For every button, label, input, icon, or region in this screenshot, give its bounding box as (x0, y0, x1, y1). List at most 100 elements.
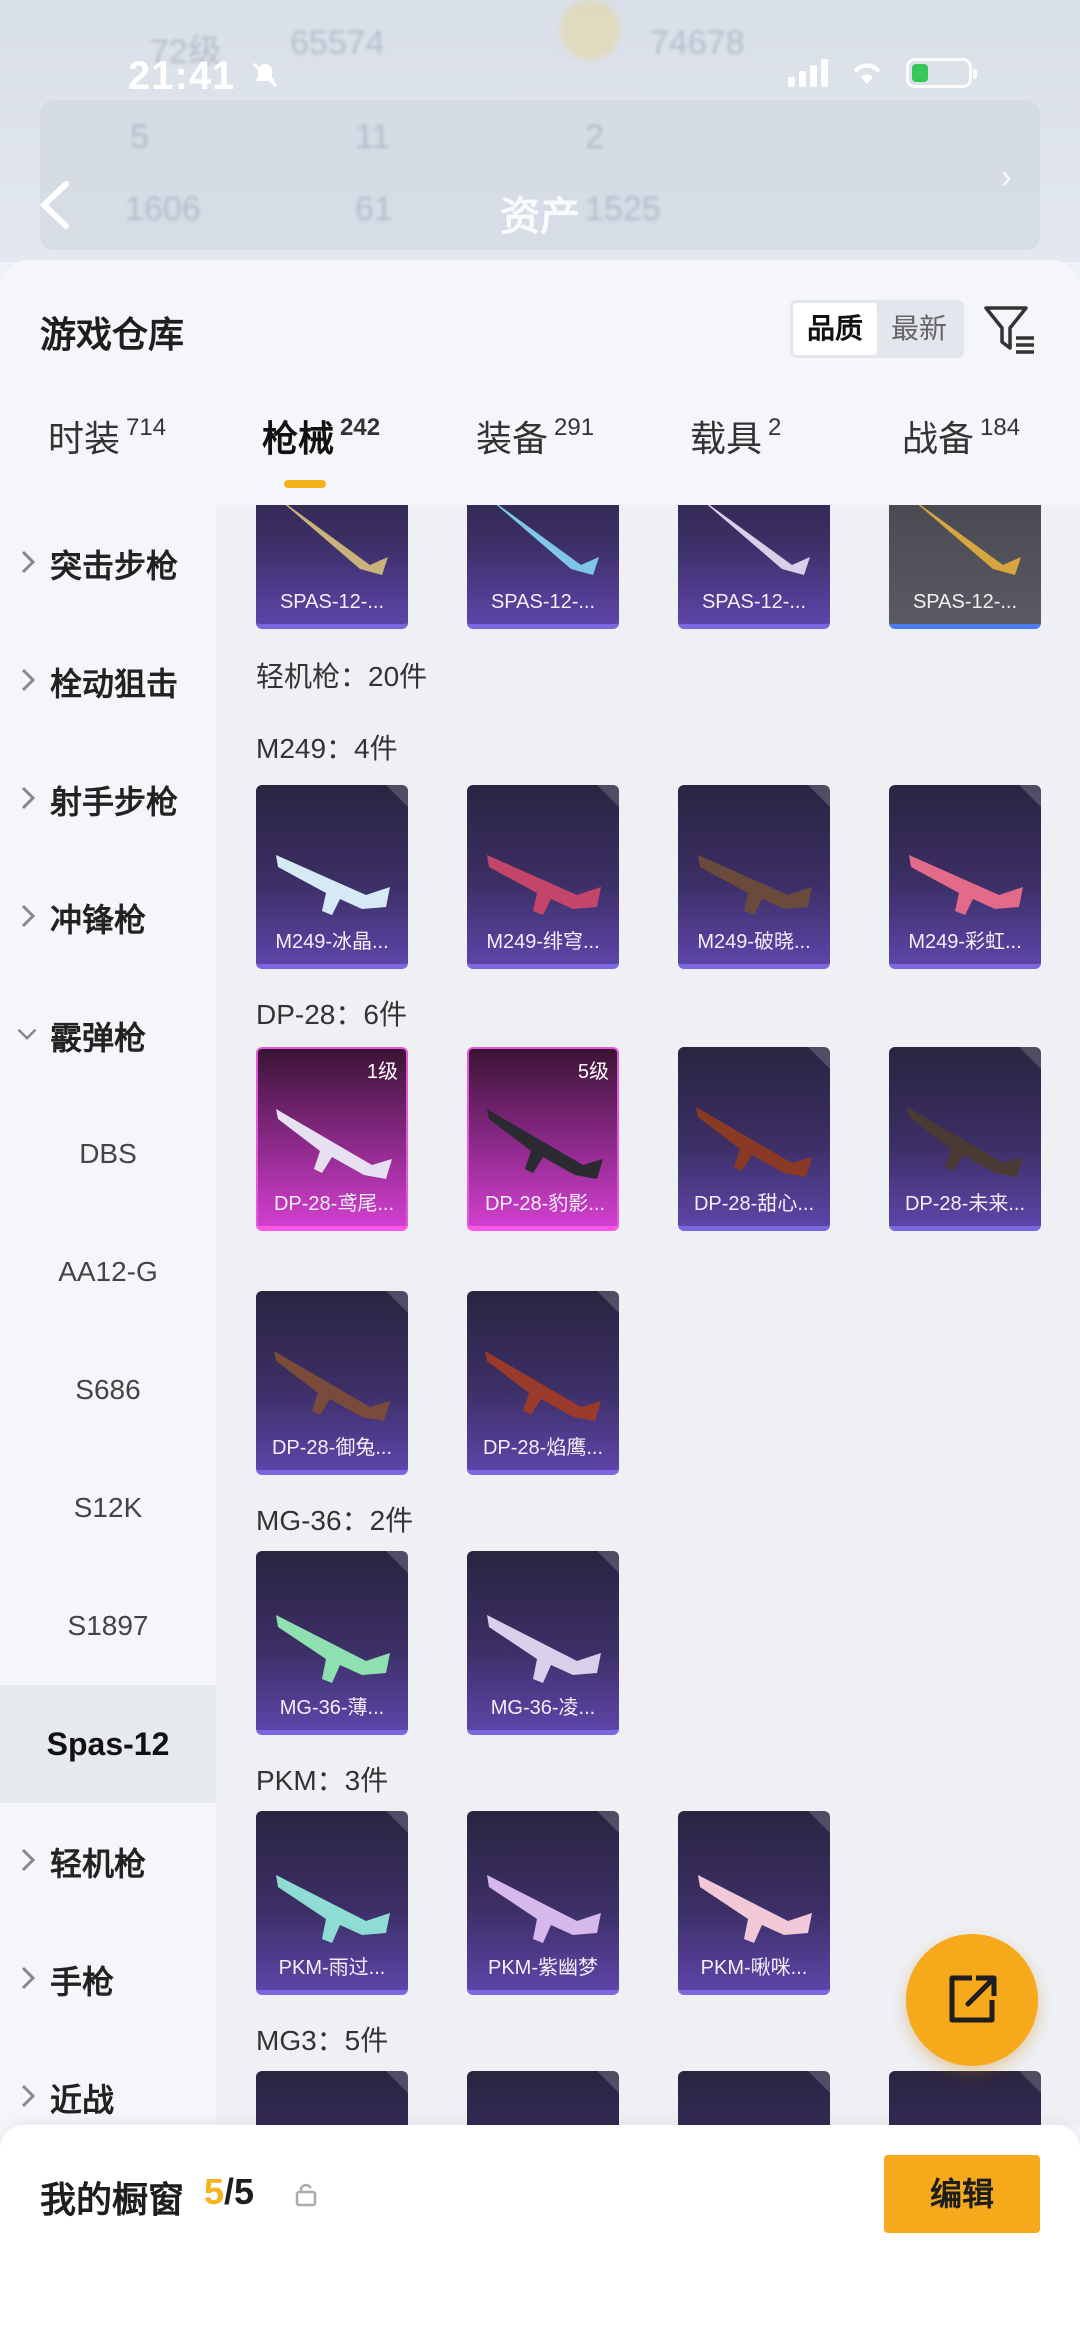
weapon-card[interactable]: DP-28-焰鹰... (467, 1291, 619, 1475)
tab-underline (284, 480, 326, 488)
lock-icon (295, 2183, 317, 2207)
weapon-card[interactable]: MG-36-凌... (467, 1551, 619, 1735)
weapon-card[interactable]: SPAS-12-... (256, 505, 408, 629)
weapon-card[interactable]: PKM-啾咪... (678, 1811, 830, 1995)
weapon-card[interactable] (889, 2071, 1041, 2125)
sidebar-item-shotgun[interactable]: 霰弹枪 (0, 977, 216, 1095)
weapon-card[interactable] (678, 2071, 830, 2125)
weapon-card-name: DP-28-焰鹰... (482, 1437, 604, 1459)
weapon-card[interactable]: 1级 DP-28-鸢尾... (256, 1047, 408, 1231)
weapon-card[interactable]: M249-彩虹... (889, 785, 1041, 969)
sidebar-item-lmg[interactable]: 轻机枪 (0, 1803, 216, 1921)
weapon-card-name: DP-28-豹影... (484, 1193, 606, 1215)
sidebar-item-melee[interactable]: 近战 (0, 2039, 216, 2125)
ghost-text: 61 (355, 190, 393, 228)
weapon-card[interactable]: PKM-紫幽梦 (467, 1811, 619, 1995)
rifle-icon (496, 505, 599, 575)
tab-firearms[interactable]: 枪械 242 (262, 410, 380, 488)
weapon-grid: SPAS-12-... SPAS-12-... SPAS-12-... SPAS… (216, 505, 1080, 2125)
weapon-card-name: M249-绯穹... (486, 931, 600, 953)
weapon-card-name: M249-彩虹... (908, 931, 1022, 953)
section-header-lmg: 轻机枪：20件 (256, 661, 428, 692)
rifle-icon (696, 1107, 812, 1177)
sidebar-sub-s1897[interactable]: S1897 (0, 1567, 216, 1685)
signal-icon (788, 59, 828, 87)
share-icon (949, 1975, 997, 2023)
sidebar-sub-aa12[interactable]: AA12-G (0, 1213, 216, 1331)
weapon-card[interactable]: SPAS-12-... (678, 505, 830, 629)
tab-supplies[interactable]: 战备 184 (902, 410, 1020, 462)
section-header-m249: M249：4件 (256, 733, 398, 764)
chevron-down-icon (17, 1028, 37, 1041)
section-header-mg36: MG-36：2件 (256, 1505, 414, 1536)
sidebar-label: 轻机枪 (50, 1846, 147, 1882)
weapon-card[interactable]: M249-绯穹... (467, 785, 619, 969)
weapon-card[interactable]: DP-28-未来... (889, 1047, 1041, 1231)
weapon-card[interactable] (256, 2071, 408, 2125)
sidebar-item-assault-rifle[interactable]: 突击步枪 (0, 505, 216, 623)
weapon-card[interactable] (467, 2071, 619, 2125)
sidebar-label: 近战 (50, 2082, 115, 2118)
wifi-icon (853, 63, 881, 84)
tab-fashion[interactable]: 时装 714 (48, 410, 166, 462)
sidebar-item-bolt-sniper[interactable]: 栓动狙击 (0, 623, 216, 741)
machine-gun-icon (487, 1875, 601, 1943)
weapon-card-name: SPAS-12-... (912, 591, 1018, 613)
weapon-card[interactable]: DP-28-甜心... (678, 1047, 830, 1231)
weapon-card[interactable]: MG-36-薄... (256, 1551, 408, 1735)
tab-equipment[interactable]: 装备 291 (476, 410, 594, 462)
sidebar-sub-s12k[interactable]: S12K (0, 1449, 216, 1567)
sort-latest-button[interactable]: 最新 (877, 303, 961, 355)
sort-quality-button[interactable]: 品质 (793, 303, 878, 355)
filter-icon[interactable] (982, 302, 1038, 358)
sidebar-item-pistol[interactable]: 手枪 (0, 1921, 216, 2039)
rifle-icon (285, 505, 388, 575)
chevron-right-icon (21, 1966, 36, 1990)
weapon-card[interactable]: PKM-雨过... (256, 1811, 408, 1995)
chevron-right-icon (21, 1848, 36, 1872)
rifle-icon (918, 505, 1021, 575)
machine-gun-icon (276, 855, 390, 915)
chevron-right-icon (21, 550, 36, 574)
showcase-count: 5/5 (204, 2171, 255, 2212)
weapon-card-name: MG-36-薄... (279, 1697, 385, 1719)
weapon-card[interactable]: 5级 DP-28-豹影... (467, 1047, 619, 1231)
weapon-card[interactable]: DP-28-御兔... (256, 1291, 408, 1475)
ghost-text: 1606 (125, 190, 201, 228)
showcase-bar: 我的橱窗 5/5 编辑 (0, 2125, 1080, 2347)
weapon-card-name: SPAS-12-... (701, 591, 807, 613)
background-title: 资产 (500, 195, 580, 239)
machine-gun-icon (698, 855, 812, 915)
bell-mute-icon (250, 60, 280, 90)
sidebar-item-marksman-rifle[interactable]: 射手步枪 (0, 741, 216, 859)
sheet-header: 游戏仓库 品质 最新 (0, 260, 1080, 380)
sidebar-sub-dbs[interactable]: DBS (0, 1095, 216, 1213)
tab-vehicles[interactable]: 载具 2 (690, 410, 781, 462)
weapon-card[interactable]: SPAS-12-... (889, 505, 1041, 629)
weapon-card[interactable]: SPAS-12-... (467, 505, 619, 629)
chevron-right-icon: › (1000, 158, 1012, 196)
weapon-card-name: DP-28-甜心... (693, 1193, 815, 1215)
sidebar-sub-s686[interactable]: S686 (0, 1331, 216, 1449)
machine-gun-icon (698, 1875, 812, 1943)
sidebar-label: 突击步枪 (50, 548, 179, 584)
machine-gun-icon (487, 855, 601, 915)
background-header: 72级 65574 74678 5 11 2 1606 61 1525 21:4… (0, 0, 1080, 262)
chevron-right-icon (21, 668, 36, 692)
battery-icon (906, 58, 977, 88)
machine-gun-icon (276, 1615, 390, 1683)
sheet-title: 游戏仓库 (40, 314, 185, 355)
status-time: 21:41 (128, 54, 236, 98)
rifle-icon (707, 505, 810, 575)
sidebar-item-smg[interactable]: 冲锋枪 (0, 859, 216, 977)
weapon-card-name: SPAS-12-... (279, 591, 385, 613)
section-header-mg3: MG3：5件 (256, 2025, 389, 2056)
sidebar-label: 霰弹枪 (50, 1020, 147, 1056)
edit-button[interactable]: 编辑 (884, 2155, 1040, 2233)
back-arrow-icon[interactable] (38, 180, 74, 230)
weapon-card[interactable]: M249-破晓... (678, 785, 830, 969)
sidebar-sub-spas12[interactable]: Spas-12 (0, 1685, 216, 1803)
share-button[interactable] (906, 1934, 1038, 2066)
weapon-card[interactable]: M249-冰晶... (256, 785, 408, 969)
status-bar: 21:41 (0, 48, 1080, 108)
